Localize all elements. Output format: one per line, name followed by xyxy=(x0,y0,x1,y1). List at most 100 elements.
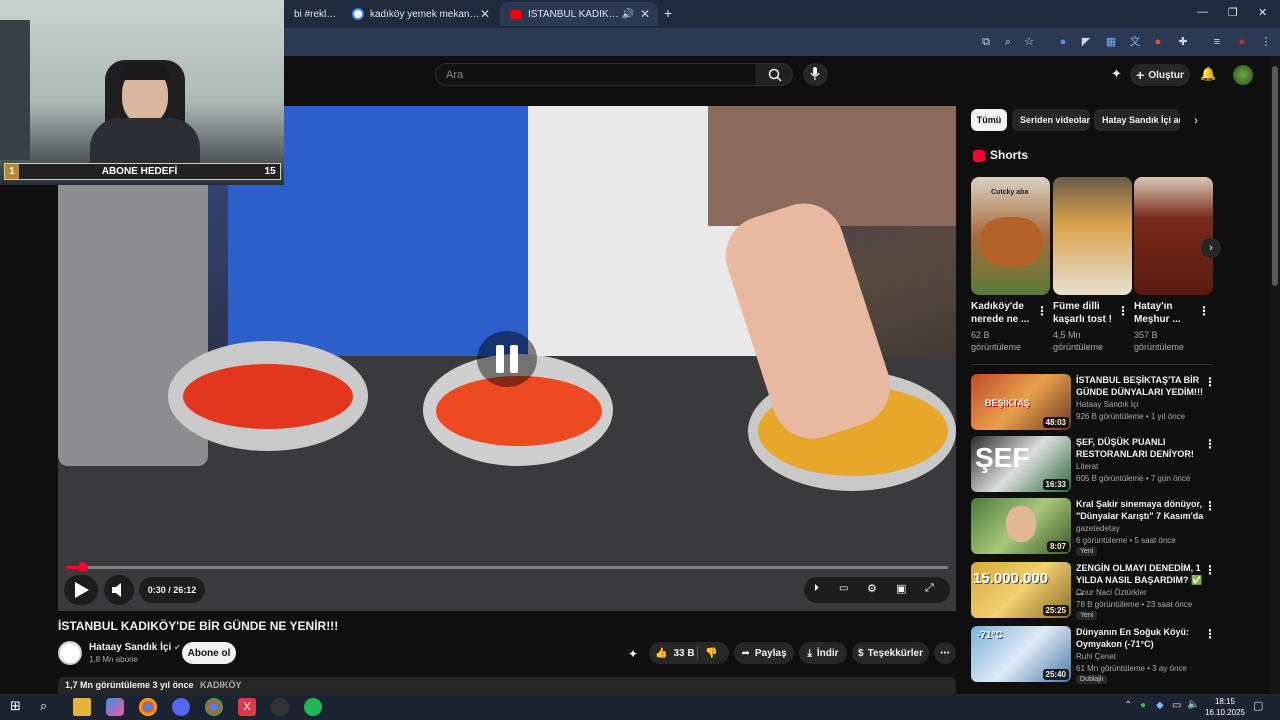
create-button[interactable]: + Oluştur xyxy=(1130,64,1190,86)
fullscreen-icon[interactable]: ⤢ xyxy=(925,582,934,595)
channel-name[interactable]: Hataay Sandık İçi xyxy=(1076,399,1139,410)
scrollbar-thumb[interactable] xyxy=(1272,66,1278,286)
extension-icon[interactable]: ● xyxy=(1055,34,1071,50)
search-icon[interactable]: ⌕ xyxy=(40,698,58,716)
chip-channel[interactable]: Hatay Sandık İçi adlı y xyxy=(1094,109,1180,131)
dislike-icon[interactable]: 👎 xyxy=(705,648,717,659)
network-icon[interactable]: ▭ xyxy=(1172,700,1181,711)
windows-start-icon[interactable]: ⊞ xyxy=(10,698,28,716)
video-menu-icon[interactable]: ⋮ xyxy=(1204,563,1216,577)
extension-icon[interactable]: ● xyxy=(1150,34,1166,50)
chrome-profile-icon[interactable] xyxy=(205,698,223,716)
like-icon[interactable]: 👍 xyxy=(655,648,667,659)
channel-name[interactable]: Hataay Sandık İçi ✔ xyxy=(89,642,181,653)
extensions-puzzle-icon[interactable]: ✚ xyxy=(1175,34,1191,50)
short-menu-icon[interactable]: ⋮ xyxy=(1198,304,1210,318)
short-menu-icon[interactable]: ⋮ xyxy=(1117,304,1129,318)
bookmark-star-icon[interactable]: ☆ xyxy=(1021,34,1037,50)
tray-icon[interactable]: ● xyxy=(1140,700,1146,711)
like-count[interactable]: 33 B xyxy=(673,648,694,659)
sparkle-icon[interactable]: ✦ xyxy=(1111,66,1122,82)
video-menu-icon[interactable]: ⋮ xyxy=(1204,437,1216,451)
spotify-icon[interactable] xyxy=(304,698,322,716)
tray-icon[interactable]: ◆ xyxy=(1156,700,1164,711)
video-thumbnail[interactable]: -71°C 25:40 xyxy=(971,626,1071,682)
tab-reklam[interactable]: bi #reklam xyxy=(284,2,340,26)
obs-icon[interactable] xyxy=(271,698,289,716)
channel-name[interactable]: Literat xyxy=(1076,461,1098,472)
video-menu-icon[interactable]: ⋮ xyxy=(1204,627,1216,641)
miniplayer-icon[interactable]: ▣ xyxy=(896,582,906,595)
chrome-icon[interactable] xyxy=(139,698,157,716)
reading-list-icon[interactable]: ≡ xyxy=(1209,34,1225,50)
translate-icon[interactable]: 文 xyxy=(1127,34,1143,50)
short-thumbnail[interactable]: Cutcky aba xyxy=(971,177,1050,295)
audio-playing-icon[interactable]: 🔊 xyxy=(622,9,634,20)
channel-avatar[interactable] xyxy=(58,641,82,665)
video-title[interactable]: İSTANBUL BEŞİKTAŞ'TA BİR GÜNDE DÜNYALARI… xyxy=(1076,374,1204,398)
new-tab-button[interactable]: + xyxy=(664,5,672,21)
channel-name[interactable]: Ruhi Çenet xyxy=(1076,651,1116,662)
play-button[interactable] xyxy=(64,575,98,605)
share-button[interactable]: ➦ Paylaş xyxy=(734,642,794,664)
thanks-button[interactable]: $ Teşekkürler xyxy=(852,642,929,664)
progress-scrubber[interactable] xyxy=(77,562,88,572)
short-menu-icon[interactable]: ⋮ xyxy=(1036,304,1048,318)
progress-bar[interactable] xyxy=(66,566,948,569)
shorts-next-button[interactable]: › xyxy=(1201,238,1221,258)
tray-overflow-icon[interactable]: ⌃ xyxy=(1124,700,1132,711)
chevron-right-icon[interactable]: › xyxy=(1194,113,1198,127)
video-title[interactable]: ŞEF, DÜŞÜK PUANLI RESTORANLARI DENİYOR! xyxy=(1076,436,1204,460)
sparkle-ask-icon[interactable]: ✦ xyxy=(628,647,638,661)
volume-button[interactable] xyxy=(104,575,134,605)
volume-icon[interactable]: 🔈 xyxy=(1187,699,1199,710)
extension-icon[interactable]: ◤ xyxy=(1078,34,1094,50)
channel-name[interactable]: gazetedetay xyxy=(1076,523,1120,534)
chip-series[interactable]: Seriden videolar xyxy=(1012,109,1090,131)
scrollbar[interactable] xyxy=(1270,56,1280,694)
description-tag[interactable]: KADIKÖY xyxy=(200,680,242,690)
maximize-button[interactable]: ❐ xyxy=(1228,6,1238,19)
video-title[interactable]: Kral Şakir sinemaya dönüyor, "Dünyalar K… xyxy=(1076,498,1204,522)
subscribe-button[interactable]: Abone ol xyxy=(182,642,236,664)
video-title[interactable]: Dünyanın En Soğuk Köyü: Oymyakon (-71°C) xyxy=(1076,626,1204,650)
tab-youtube-video[interactable]: İSTANBUL KADIKÖY'DE BİR 🔊 ✕ xyxy=(500,2,658,26)
short-title[interactable]: Kadıköy'de nerede ne ... xyxy=(971,300,1033,326)
pause-overlay-button[interactable] xyxy=(477,331,537,387)
description-box[interactable]: 1,7 Mn görüntüleme 3 yıl önce KADIKÖY xyxy=(58,677,956,695)
close-window-button[interactable]: ✕ xyxy=(1258,6,1267,19)
install-app-icon[interactable]: ⧉ xyxy=(978,34,994,50)
video-thumbnail[interactable]: BEŞİKTAŞ 48:03 xyxy=(971,374,1071,430)
extension-icon[interactable]: ▦ xyxy=(1103,34,1119,50)
notification-center-icon[interactable]: ▢ xyxy=(1253,699,1263,712)
subtitles-icon[interactable]: ▭ xyxy=(839,583,848,594)
discord-icon[interactable] xyxy=(172,698,190,716)
video-menu-icon[interactable]: ⋮ xyxy=(1204,375,1216,389)
close-tab-icon[interactable]: ✕ xyxy=(640,7,650,21)
chip-all[interactable]: Tümü xyxy=(971,109,1007,131)
app-x-icon[interactable]: X xyxy=(238,698,256,716)
more-actions-button[interactable]: ⋯ xyxy=(934,642,956,664)
notifications-bell-icon[interactable]: 🔔 xyxy=(1200,66,1216,82)
tab-google-search[interactable]: kadıköy yemek mekanları - Goo ✕ xyxy=(342,2,498,26)
zoom-icon[interactable]: ⌕ xyxy=(1000,34,1016,50)
channel-name[interactable]: Onur Naci Öztürkler xyxy=(1076,587,1147,598)
short-thumbnail[interactable] xyxy=(1134,177,1213,295)
profile-avatar-icon[interactable]: ● xyxy=(1234,34,1250,50)
minimize-button[interactable]: — xyxy=(1197,6,1208,18)
clock[interactable]: 18:15 16.10.2025 xyxy=(1203,696,1247,718)
voice-search-button[interactable] xyxy=(803,63,828,86)
video-menu-icon[interactable]: ⋮ xyxy=(1204,499,1216,513)
file-explorer-icon[interactable] xyxy=(73,698,91,716)
video-thumbnail[interactable]: 15.000.000 25:25 xyxy=(971,562,1071,618)
avatar[interactable] xyxy=(1233,65,1253,85)
download-button[interactable]: ⤓ İndir xyxy=(799,642,847,664)
short-thumbnail[interactable] xyxy=(1053,177,1132,295)
video-thumbnail[interactable]: ŞEF 16:33 xyxy=(971,436,1071,492)
settings-gear-icon[interactable]: ⚙ xyxy=(867,582,877,595)
search-input[interactable]: Ara xyxy=(435,63,757,86)
copilot-icon[interactable] xyxy=(106,698,124,716)
close-tab-icon[interactable]: ✕ xyxy=(480,7,490,21)
video-thumbnail[interactable]: 8:07 xyxy=(971,498,1071,554)
autoplay-toggle-icon[interactable]: ⏵ xyxy=(814,583,819,594)
